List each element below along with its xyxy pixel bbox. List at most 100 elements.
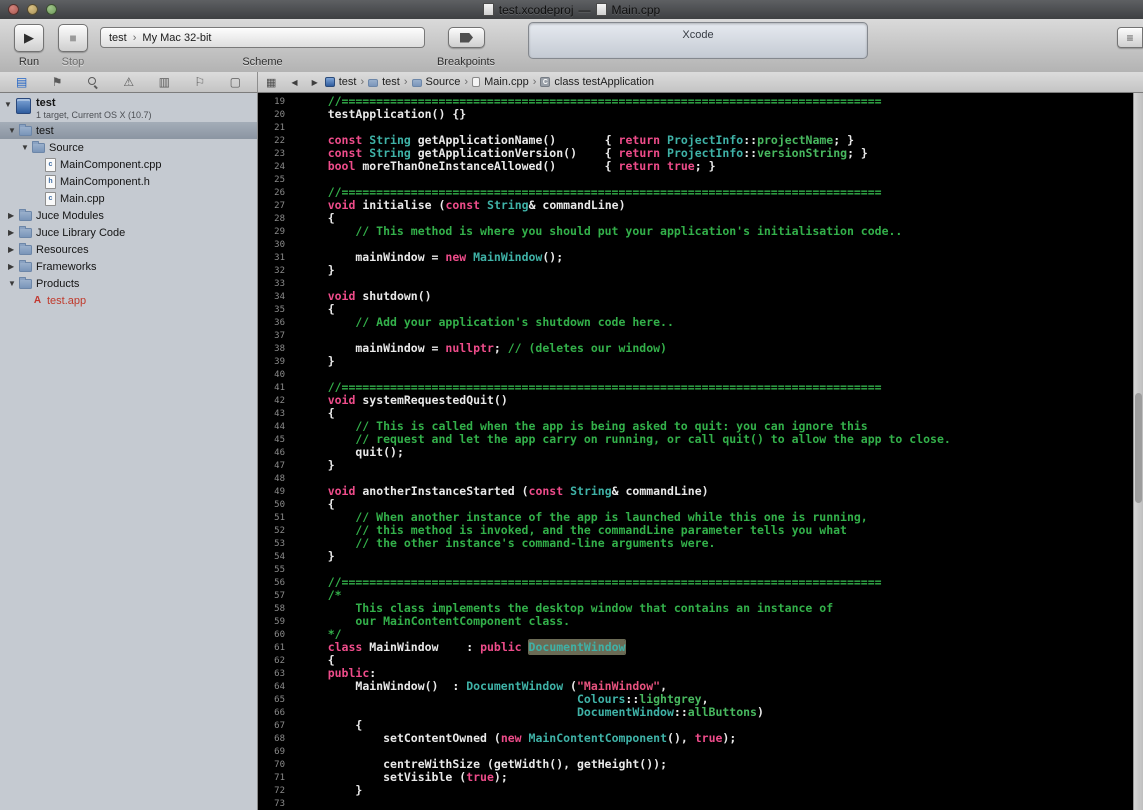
scheme-target: test <box>109 31 127 44</box>
stop-button[interactable]: ■ <box>58 24 88 52</box>
code-line[interactable]: 73 <box>258 797 1133 810</box>
code-line[interactable]: 24 bool moreThanOneInstanceAllowed() { r… <box>258 160 1133 173</box>
disclosure-closed-icon[interactable]: ▶ <box>8 245 19 254</box>
code-text: testApplication() {} <box>327 107 467 121</box>
line-number: 19 <box>274 97 285 107</box>
code-line[interactable]: 66 DocumentWindow::allButtons) <box>258 706 1133 719</box>
code-line[interactable]: 34 void shutdown() <box>258 290 1133 303</box>
toolbar: ▶ ■ Run Stop test › My Mac 32-bit Scheme… <box>0 19 1143 73</box>
code-line[interactable]: 39 } <box>258 355 1133 368</box>
stop-icon: ■ <box>69 31 77 45</box>
jumpbar-crumb[interactable]: Source <box>411 76 460 88</box>
breakpoint-navigator-icon[interactable]: ⚐ <box>194 76 205 88</box>
breakpoints-button[interactable] <box>448 27 485 48</box>
jumpbar-crumb[interactable]: test <box>324 76 356 88</box>
minimize-icon[interactable] <box>27 4 38 15</box>
disclosure-open-icon[interactable]: ▼ <box>4 97 16 120</box>
line-number: 64 <box>274 682 285 692</box>
code-line[interactable]: 59 our MainContentComponent class. <box>258 615 1133 628</box>
code-line[interactable]: 46 quit(); <box>258 446 1133 459</box>
code-line[interactable]: 62 { <box>258 654 1133 667</box>
scrollbar-thumb[interactable] <box>1135 393 1142 503</box>
sidebar-item-test-app[interactable]: Atest.app <box>0 292 257 309</box>
title-bar[interactable]: test.xcodeproj — Main.cpp <box>0 0 1143 20</box>
line-number: 30 <box>274 240 285 250</box>
code-line[interactable]: 47 } <box>258 459 1133 472</box>
crumb-separator: › <box>360 76 365 88</box>
symbol-navigator-icon[interactable]: ⚑ <box>52 76 63 88</box>
debug-navigator-icon[interactable]: ▥ <box>159 76 170 88</box>
log-navigator-icon[interactable]: ▢ <box>230 76 241 88</box>
code-line[interactable]: 71 setVisible (true); <box>258 771 1133 784</box>
window-title: test.xcodeproj — Main.cpp <box>0 0 1143 19</box>
code-line[interactable]: 32 } <box>258 264 1133 277</box>
disclosure-open-icon[interactable]: ▼ <box>21 143 32 152</box>
code-line[interactable]: 42 void systemRequestedQuit() <box>258 394 1133 407</box>
code-text: class MainWindow : public DocumentWindow <box>327 640 626 654</box>
sidebar-item-main-cpp[interactable]: c Main.cpp <box>0 190 257 207</box>
scheme-selector[interactable]: test › My Mac 32-bit <box>100 27 425 48</box>
sidebar-item-juce-modules[interactable]: ▶ Juce Modules <box>0 207 257 224</box>
sidebar-item-products[interactable]: ▼ Products <box>0 275 257 292</box>
line-number: 43 <box>274 409 285 419</box>
sidebar-item-maincomponent-cpp[interactable]: c MainComponent.cpp <box>0 156 257 173</box>
disclosure-open-icon[interactable]: ▼ <box>8 279 19 288</box>
disclosure-open-icon[interactable]: ▼ <box>8 126 19 135</box>
sidebar-item-resources[interactable]: ▶ Resources <box>0 241 257 258</box>
back-icon[interactable]: ◀ <box>284 78 304 87</box>
code-line[interactable]: 72 } <box>258 784 1133 797</box>
related-items-icon[interactable]: ▦ <box>266 76 276 89</box>
line-number: 55 <box>274 565 285 575</box>
run-button[interactable]: ▶ <box>14 24 44 52</box>
search-navigator-icon[interactable] <box>87 76 99 88</box>
code-line[interactable]: 38 mainWindow = nullptr; // (deletes our… <box>258 342 1133 355</box>
disclosure-closed-icon[interactable]: ▶ <box>8 228 19 237</box>
code-line[interactable]: 29 // This method is where you should pu… <box>258 225 1133 238</box>
project-row[interactable]: ▼ test 1 target, Current OS X (10.7) <box>0 93 257 122</box>
source-editor[interactable]: 19 //===================================… <box>258 93 1133 810</box>
stop-label: Stop <box>61 56 85 68</box>
item-label: Resources <box>36 243 89 256</box>
code-line[interactable]: 20 testApplication() {} <box>258 108 1133 121</box>
code-line[interactable]: 56 //===================================… <box>258 576 1133 589</box>
breakpoints-label: Breakpoints <box>436 56 496 68</box>
item-label: Main.cpp <box>60 192 105 205</box>
standard-editor-button[interactable]: ≡ <box>1117 27 1143 48</box>
code-text: DocumentWindow::allButtons) <box>576 705 764 719</box>
code-line[interactable]: 68 setContentOwned (new MainContentCompo… <box>258 732 1133 745</box>
code-line[interactable]: 53 // the other instance's command-line … <box>258 537 1133 550</box>
line-number: 23 <box>274 149 285 159</box>
code-text: mainWindow = nullptr; // (deletes our wi… <box>300 341 667 355</box>
line-number: 32 <box>274 266 285 276</box>
line-number: 45 <box>274 435 285 445</box>
project-navigator-icon[interactable]: ▤ <box>16 76 27 88</box>
code-line[interactable]: 31 mainWindow = new MainWindow(); <box>258 251 1133 264</box>
folder-icon <box>368 78 379 87</box>
sidebar-item-maincomponent-h[interactable]: h MainComponent.h <box>0 173 257 190</box>
issue-navigator-icon[interactable]: ⚠ <box>123 76 134 88</box>
code-line[interactable]: 54 } <box>258 550 1133 563</box>
sidebar-item-source[interactable]: ▼ Source <box>0 139 257 156</box>
jumpbar-crumb[interactable]: test <box>368 76 400 88</box>
scrollbar-track[interactable] <box>1133 93 1143 810</box>
run-icon: ▶ <box>24 30 34 45</box>
disclosure-closed-icon[interactable]: ▶ <box>8 262 19 271</box>
crumb-label: Main.cpp <box>484 76 529 88</box>
zoom-icon[interactable] <box>46 4 57 15</box>
sidebar-item-frameworks[interactable]: ▶ Frameworks <box>0 258 257 275</box>
code-line[interactable]: 61 class MainWindow : public DocumentWin… <box>258 640 1133 654</box>
close-icon[interactable] <box>8 4 19 15</box>
code-line[interactable]: 36 // Add your application's shutdown co… <box>258 316 1133 329</box>
editor-lines-icon: ≡ <box>1126 30 1134 45</box>
forward-icon[interactable]: ▶ <box>305 78 325 87</box>
code-line[interactable]: 27 void initialise (const String& comman… <box>258 199 1133 212</box>
line-number: 54 <box>274 552 285 562</box>
window-title-project: test.xcodeproj <box>498 2 574 17</box>
jumpbar-crumb[interactable]: Cclass testApplication <box>540 76 654 88</box>
file-document-icon <box>595 3 607 16</box>
jumpbar-crumb[interactable]: Main.cpp <box>472 76 529 88</box>
sidebar-item-test[interactable]: ▼ test <box>0 122 257 139</box>
code-line[interactable]: 49 void anotherInstanceStarted (const St… <box>258 485 1133 498</box>
sidebar-item-juce-library-code[interactable]: ▶ Juce Library Code <box>0 224 257 241</box>
disclosure-closed-icon[interactable]: ▶ <box>8 211 19 220</box>
